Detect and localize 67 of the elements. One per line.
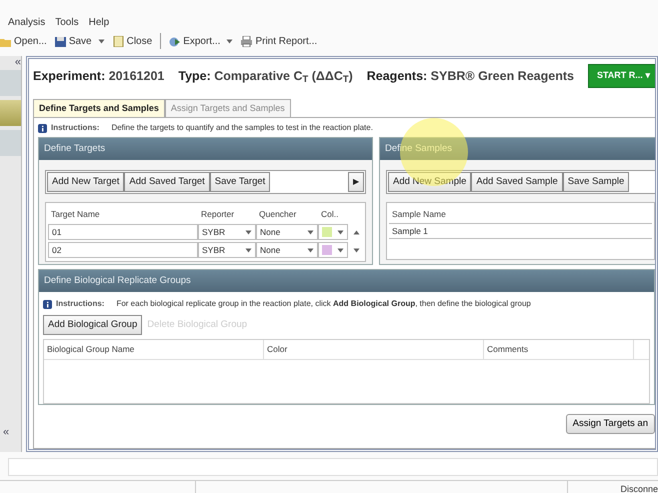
type-value: Comparative C$_{T}$ (ΔΔC$_{T}$) [214,68,353,83]
panel-title: Define Biological Replicate Groups [39,270,654,292]
target-name-field[interactable]: 02 [48,242,198,258]
experiment-value: 20161201 [108,68,164,83]
start-run-button[interactable]: START R... ▾ [588,64,655,88]
column-header: Quencher [258,208,298,220]
caret-icon [337,230,344,234]
more-button[interactable]: ▶ [348,172,364,192]
menu-item[interactable]: Help [88,14,110,30]
toolbar-button[interactable]: Save Sample [562,172,630,192]
experiment-label: Experiment: [33,68,106,83]
column-header: Sample Name [391,208,447,221]
sample-name-field[interactable]: Sample 1 [389,223,652,239]
column-header: Target Name [50,208,101,220]
add-button[interactable]: Add Biological Group [43,315,142,335]
toolbar-button[interactable]: Save Target [210,172,270,192]
scroll-arrow-icon[interactable] [353,248,360,252]
toolbar-button[interactable]: Close [112,34,152,48]
connection-status: Disconne [619,482,658,493]
collapse-toggle[interactable]: « [0,56,21,68]
info-icon [43,300,52,308]
collapse-toggle[interactable]: « [0,426,21,438]
export-icon [169,36,180,46]
scroll-arrow-icon[interactable] [353,230,360,234]
toolbar-button[interactable]: Add Saved Target [124,172,210,192]
instructions-text: Define the targets to quantify and the samples to test in the reaction plate. [111,122,373,134]
column-header: Reporter [200,208,236,220]
info-icon [38,124,47,132]
page-icon [112,36,124,46]
instructions-label: Instructions: [51,122,100,134]
dropdown[interactable]: None [256,224,318,240]
type-label: Type: [178,68,211,83]
instructions-label: Instructions: [56,298,104,310]
assign-button[interactable]: Assign Targets an [566,414,655,434]
color-dropdown[interactable] [318,224,348,240]
dropdown[interactable]: SYBR [198,242,256,258]
tab[interactable]: Define Targets and Samples [33,99,165,117]
toolbar-button[interactable]: Add New Target [47,172,124,192]
dropdown[interactable]: SYBR [198,224,256,240]
toolbar-button[interactable]: Add New Sample [388,172,472,192]
caret-icon [307,248,314,252]
input-field[interactable] [8,458,658,476]
toolbar-button[interactable]: Save [54,34,105,48]
printer-icon [241,36,252,46]
caret-icon [337,248,344,252]
color-dropdown[interactable] [318,242,348,258]
menu-item[interactable]: Analysis [8,14,46,30]
toolbar-button[interactable]: Open... [0,34,47,48]
toolbar-button[interactable]: Print Report... [241,34,318,48]
caret-icon [245,230,252,234]
toolbar-button[interactable]: Add Saved Sample [471,172,563,192]
caret-icon [245,248,252,252]
column-header: Col.. [320,208,340,220]
reagents-value: SYBR® Green Reagents [430,68,574,83]
dropdown[interactable]: None [256,242,318,258]
target-name-field[interactable]: 01 [48,224,198,240]
menu-item[interactable]: Tools [55,14,79,30]
toolbar-button[interactable]: Export... [169,34,234,48]
instructions-text: For each biological replicate group in the reaction plate, click Add Biological Group, then define the biological group [116,298,531,310]
reagents-label: Reagents: [366,68,428,83]
column-header: Comments [484,340,634,359]
caret-icon [226,38,234,44]
caret-icon [307,230,314,234]
caret-icon [98,38,105,44]
column-header: Biological Group Name [44,340,264,359]
column-header: Color [264,340,484,359]
panel-title: Define Targets [39,138,372,160]
